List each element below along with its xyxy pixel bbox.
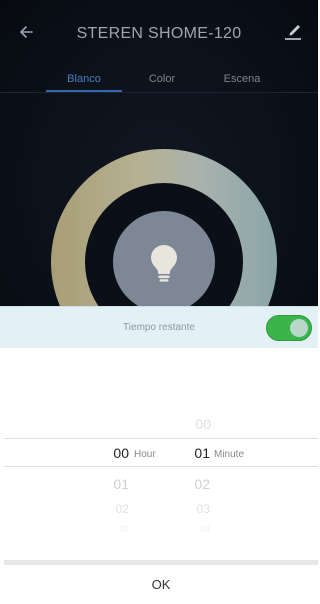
minute-option[interactable]: 02 — [180, 476, 210, 492]
edit-button[interactable] — [280, 18, 306, 44]
hour-unit-label: Hour — [134, 449, 156, 460]
timer-toggle[interactable] — [266, 315, 312, 341]
hour-option[interactable]: 03 — [99, 524, 129, 534]
power-bulb-button[interactable] — [113, 211, 215, 306]
tab-escena[interactable]: Escena — [200, 66, 284, 92]
tab-blanco[interactable]: Blanco — [46, 66, 122, 92]
minute-unit-label: Minute — [214, 449, 245, 460]
toggle-knob — [290, 319, 308, 337]
page-title: STEREN SHOME-120 — [76, 25, 242, 42]
timer-row: Tiempo restante — [0, 306, 318, 348]
color-temperature-area — [0, 93, 318, 306]
minute-option[interactable]: 03 — [180, 502, 210, 516]
minute-option[interactable]: 00 — [181, 416, 211, 432]
picker-selection-bottom-line — [4, 466, 318, 467]
device-control-panel: STEREN SHOME-120 Blanco Color Escena — [0, 0, 318, 306]
picker-selection-top-line — [4, 438, 318, 439]
hour-option[interactable]: 01 — [99, 476, 129, 492]
selected-hour[interactable]: 00 — [99, 445, 129, 461]
selected-minute[interactable]: 01 — [180, 445, 210, 461]
lightbulb-icon — [151, 245, 177, 282]
tab-color[interactable]: Color — [130, 66, 194, 92]
ok-button[interactable]: OK — [4, 565, 318, 604]
mode-tabs: Blanco Color Escena — [0, 66, 318, 92]
time-picker-sheet: 00 00 Hour 01 Minute 01 02 03 02 03 04 O… — [4, 348, 318, 604]
app-header: STEREN SHOME-120 — [0, 0, 318, 64]
pencil-icon — [285, 25, 301, 40]
hour-option[interactable]: 02 — [99, 502, 129, 516]
minute-option[interactable]: 04 — [180, 524, 210, 534]
